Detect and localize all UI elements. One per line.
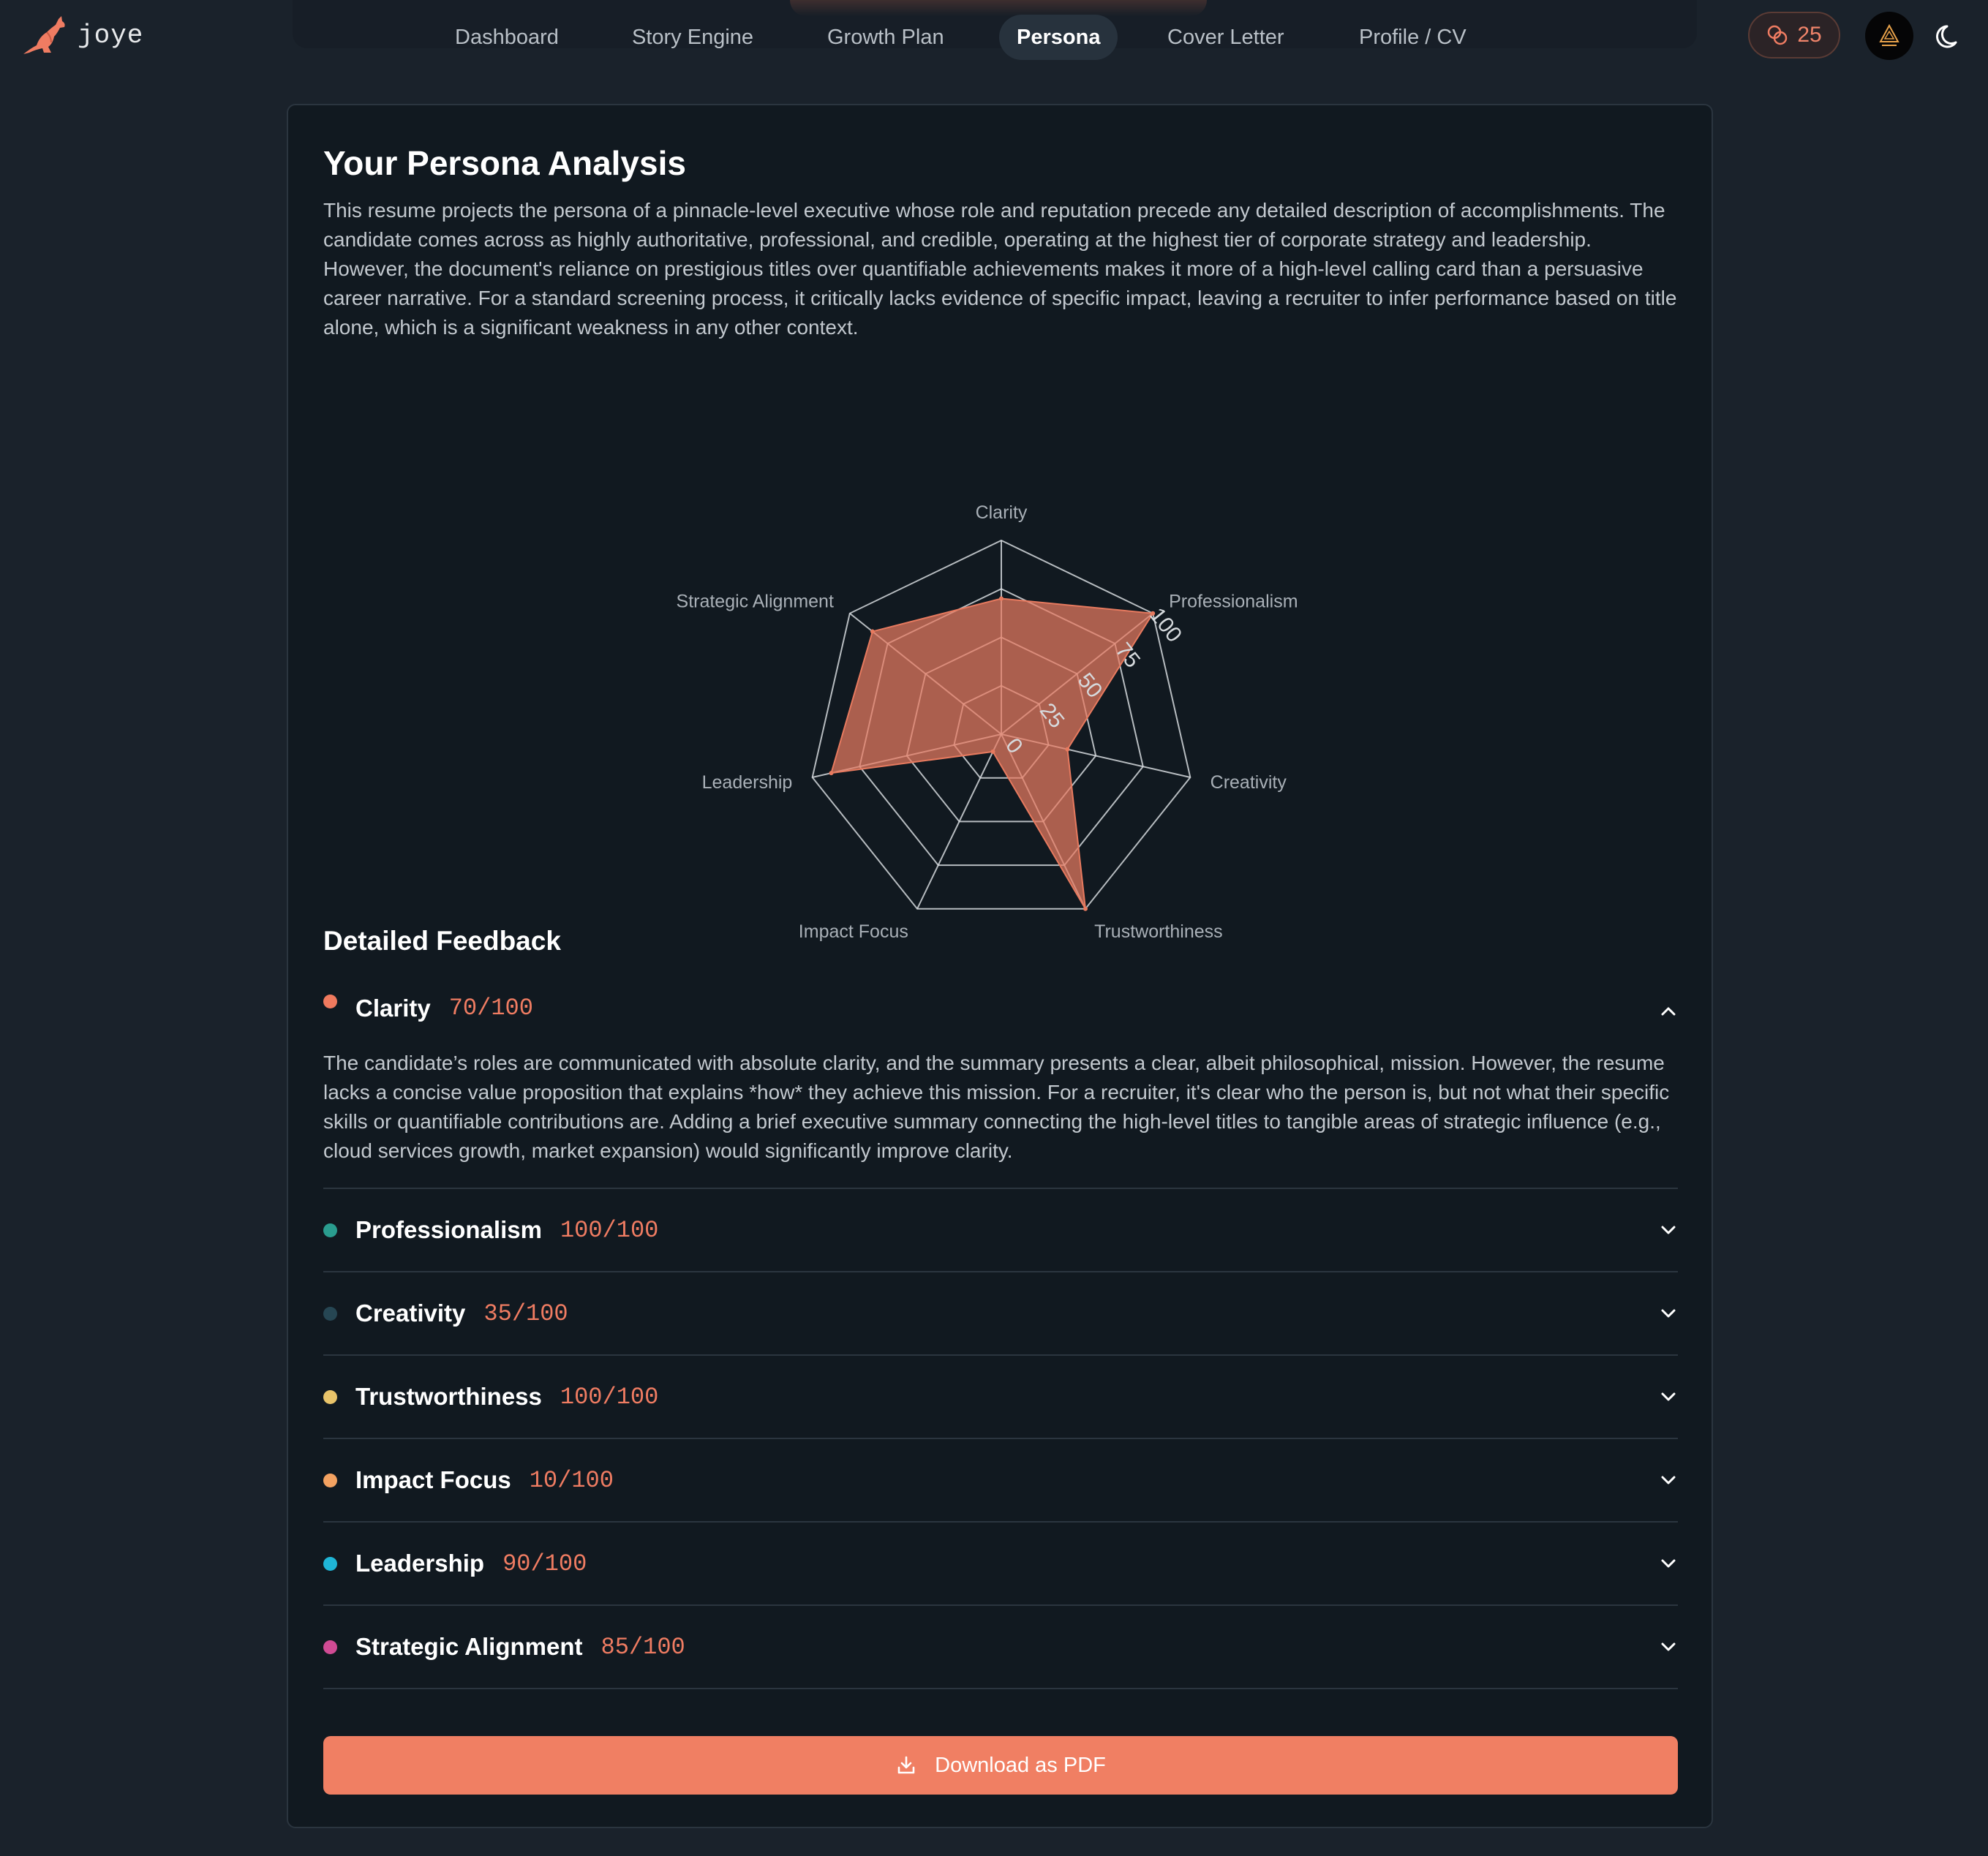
radar-data-point bbox=[829, 771, 834, 776]
brand-logo[interactable]: joye bbox=[22, 15, 143, 56]
feedback-score: 100/100 bbox=[560, 1383, 659, 1411]
feedback-item-strategic-alignment: Strategic Alignment 85/100 bbox=[323, 1606, 1678, 1689]
feedback-score: 85/100 bbox=[600, 1633, 685, 1661]
nav-growth-plan[interactable]: Growth Plan bbox=[810, 15, 962, 60]
feedback-score: 90/100 bbox=[502, 1550, 587, 1577]
feedback-item-impact-focus: Impact Focus 10/100 bbox=[323, 1439, 1678, 1523]
radar-data-point bbox=[1083, 906, 1088, 911]
feedback-item-professionalism: Professionalism 100/100 bbox=[323, 1189, 1678, 1272]
coins-icon bbox=[1768, 25, 1788, 45]
feedback-text: The candidate’s roles are communicated w… bbox=[323, 1052, 1670, 1162]
radar-axis-label: Professionalism bbox=[1169, 591, 1298, 611]
chevron-down-icon[interactable] bbox=[1659, 1304, 1678, 1323]
feedback-score: 10/100 bbox=[529, 1466, 614, 1494]
category-dot bbox=[323, 1556, 337, 1571]
download-pdf-button[interactable]: Download as PDF bbox=[323, 1736, 1678, 1795]
chevron-down-icon[interactable] bbox=[1659, 1554, 1678, 1573]
radar-data-point bbox=[870, 629, 875, 634]
feedback-header-strategic-alignment[interactable]: Strategic Alignment 85/100 bbox=[323, 1606, 1678, 1688]
chevron-down-icon[interactable] bbox=[1659, 1221, 1678, 1240]
feedback-name: Impact Focus bbox=[355, 1466, 511, 1493]
brand-name: joye bbox=[78, 20, 144, 50]
avatar-logo-icon bbox=[1879, 23, 1899, 46]
category-dot bbox=[323, 1306, 337, 1321]
feedback-name: Leadership bbox=[355, 1550, 485, 1577]
radar-axis-label: Trustworthiness bbox=[1094, 921, 1223, 942]
feedback-section-title: Detailed Feedback bbox=[323, 926, 561, 956]
page-title: Your Persona Analysis bbox=[323, 144, 686, 182]
top-navigation: joye Dashboard Story Engine Growth Plan … bbox=[0, 0, 1988, 73]
kangaroo-logo-icon bbox=[23, 16, 65, 54]
persona-summary: This resume projects the persona of a pi… bbox=[323, 199, 1677, 339]
feedback-header-leadership[interactable]: Leadership 90/100 bbox=[323, 1523, 1678, 1604]
feedback-name: Professionalism bbox=[355, 1216, 542, 1243]
nav-persona[interactable]: Persona bbox=[999, 15, 1118, 60]
feedback-name: Clarity bbox=[355, 995, 431, 1022]
nav-cover-letter[interactable]: Cover Letter bbox=[1150, 15, 1302, 60]
nav-profile-cv[interactable]: Profile / CV bbox=[1341, 15, 1484, 60]
radar-axis-label: Leadership bbox=[702, 772, 793, 793]
feedback-name: Creativity bbox=[355, 1299, 466, 1327]
credits-count: 25 bbox=[1797, 23, 1822, 47]
category-dot bbox=[323, 995, 337, 1008]
feedback-header-creativity[interactable]: Creativity 35/100 bbox=[323, 1272, 1678, 1354]
feedback-header-trustworthiness[interactable]: Trustworthiness 100/100 bbox=[323, 1356, 1678, 1438]
nav-story-engine[interactable]: Story Engine bbox=[614, 15, 771, 60]
feedback-item-trustworthiness: Trustworthiness 100/100 bbox=[323, 1356, 1678, 1439]
feedback-item-clarity: Clarity 70/100 The candidate’s roles are… bbox=[323, 987, 1678, 1189]
feedback-list: Clarity 70/100 The candidate’s roles are… bbox=[323, 987, 1678, 1689]
feedback-name: Trustworthiness bbox=[355, 1383, 542, 1410]
feedback-score: 35/100 bbox=[483, 1299, 568, 1327]
category-dot bbox=[323, 1389, 337, 1404]
radar-axis-label: Clarity bbox=[976, 502, 1028, 523]
feedback-header-professionalism[interactable]: Professionalism 100/100 bbox=[323, 1189, 1678, 1271]
user-avatar[interactable] bbox=[1865, 12, 1913, 60]
feedback-header-impact-focus[interactable]: Impact Focus 10/100 bbox=[323, 1439, 1678, 1521]
persona-radar-chart: 0255075100ClarityProfessionalismCreativi… bbox=[677, 502, 1298, 942]
feedback-item-leadership: Leadership 90/100 bbox=[323, 1523, 1678, 1606]
radar-data-point bbox=[1065, 747, 1070, 752]
category-dot bbox=[323, 1473, 337, 1487]
radar-axis-label: Strategic Alignment bbox=[677, 591, 834, 611]
chevron-down-icon[interactable] bbox=[1659, 1387, 1678, 1406]
chevron-down-icon[interactable] bbox=[1659, 1471, 1678, 1490]
category-dot bbox=[323, 1640, 337, 1654]
nav-dashboard[interactable]: Dashboard bbox=[437, 15, 576, 60]
persona-card: Your Persona Analysis This resume projec… bbox=[287, 104, 1713, 1828]
chevron-up-icon[interactable] bbox=[1659, 1002, 1678, 1021]
credits-badge[interactable]: 25 bbox=[1748, 12, 1840, 59]
download-label: Download as PDF bbox=[935, 1753, 1106, 1777]
download-icon bbox=[897, 1756, 915, 1774]
radar-axis-label: Impact Focus bbox=[799, 921, 908, 942]
feedback-header-clarity[interactable]: Clarity 70/100 bbox=[323, 987, 1678, 1044]
feedback-item-creativity: Creativity 35/100 bbox=[323, 1272, 1678, 1356]
chevron-down-icon[interactable] bbox=[1659, 1637, 1678, 1656]
feedback-score: 70/100 bbox=[448, 995, 533, 1022]
radar-data-point bbox=[999, 596, 1004, 601]
radar-axis-label: Creativity bbox=[1211, 772, 1287, 793]
feedback-score: 100/100 bbox=[560, 1216, 659, 1244]
category-dot bbox=[323, 1223, 337, 1237]
feedback-name: Strategic Alignment bbox=[355, 1633, 583, 1660]
moon-icon[interactable] bbox=[1934, 20, 1966, 53]
radar-data-point bbox=[990, 749, 995, 754]
